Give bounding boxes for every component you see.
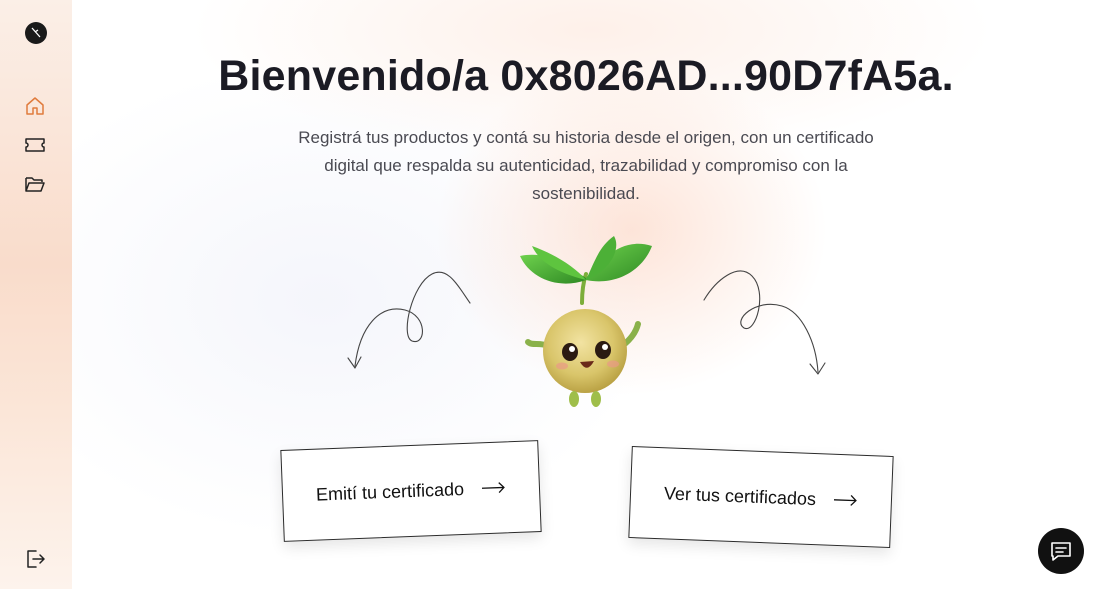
sprout-mascot-icon	[520, 236, 652, 407]
home-icon	[26, 97, 44, 115]
view-certificates-button[interactable]: Ver tus certificados	[628, 446, 894, 548]
emit-certificate-label: Emití tu certificado	[315, 478, 465, 505]
ticket-icon	[25, 138, 45, 152]
curly-arrow-right-icon	[703, 270, 826, 375]
folder-icon	[25, 177, 45, 192]
logout-button[interactable]	[24, 548, 46, 570]
chat-button[interactable]	[1038, 528, 1084, 574]
arrow-right-icon	[481, 482, 505, 494]
page-title: Bienvenido/a 0x8026AD...90D7fA5a.	[218, 52, 954, 100]
emit-certificate-button[interactable]: Emití tu certificado	[280, 440, 542, 542]
brand-logo-icon[interactable]	[25, 22, 47, 44]
curly-arrow-left-icon	[347, 271, 471, 369]
main-content: Bienvenido/a 0x8026AD...90D7fA5a. Regist…	[72, 0, 1100, 589]
logout-icon	[27, 550, 45, 568]
sidebar-item-tickets[interactable]	[24, 134, 46, 156]
arrow-right-icon	[833, 495, 857, 506]
chat-icon	[1051, 542, 1071, 561]
view-certificates-label: Ver tus certificados	[663, 482, 817, 509]
sidebar-item-folder[interactable]	[24, 173, 46, 195]
sidebar	[0, 0, 72, 589]
page-subtitle: Registrá tus productos y contá su histor…	[298, 128, 874, 203]
sidebar-item-home[interactable]	[24, 95, 46, 117]
